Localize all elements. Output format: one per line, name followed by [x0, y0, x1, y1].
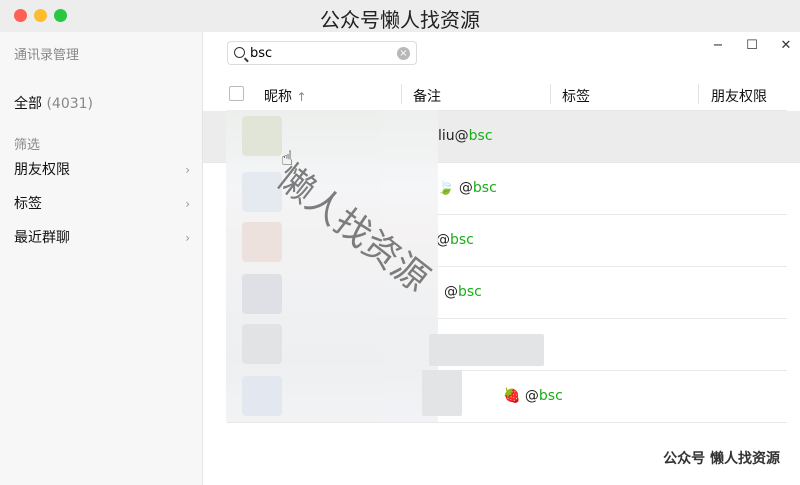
- hand-cursor-icon: ☝: [281, 146, 294, 170]
- column-divider[interactable]: [550, 84, 551, 104]
- title-bar: 公众号懒人找资源: [0, 0, 800, 32]
- remark-cell: 🍃 @bsc: [437, 180, 497, 196]
- remark-cell: liu@bsc: [438, 128, 493, 144]
- remark-cell: @bsc: [444, 284, 482, 300]
- close-icon[interactable]: ✕: [777, 38, 795, 53]
- remark-cell: 🍓 @bsc: [503, 388, 563, 404]
- sidebar-item-all[interactable]: 全部 (4031): [14, 93, 93, 113]
- chevron-right-icon: ›: [185, 197, 190, 211]
- sidebar-item-tags[interactable]: 标签 ›: [14, 192, 190, 216]
- sidebar-title: 通讯录管理: [14, 48, 80, 63]
- avatar: [242, 376, 282, 416]
- sidebar-item-label: 最近群聊: [14, 230, 70, 246]
- sidebar-item-label: 标签: [14, 196, 42, 212]
- table-header: 昵称 ↑ 备注 标签 朋友权限: [227, 82, 787, 108]
- column-remark[interactable]: 备注: [413, 86, 441, 106]
- sidebar-all-count: (4031): [46, 96, 94, 112]
- column-divider[interactable]: [698, 84, 699, 104]
- chevron-right-icon: ›: [185, 163, 190, 177]
- sidebar-item-recent-groups[interactable]: 最近群聊 ›: [14, 226, 190, 250]
- search-icon: [234, 47, 245, 58]
- filter-heading: 筛选: [14, 138, 41, 153]
- sidebar: 通讯录管理 全部 (4031) 筛选 朋友权限 › 标签 › 最近群聊 ›: [0, 32, 203, 485]
- remark-cell: @bsc: [436, 232, 474, 248]
- sidebar-all-label: 全部: [14, 96, 42, 112]
- column-permissions[interactable]: 朋友权限: [711, 86, 767, 106]
- avatar: [242, 274, 282, 314]
- column-nickname[interactable]: 昵称 ↑: [264, 86, 307, 106]
- chevron-right-icon: ›: [185, 231, 190, 245]
- select-all-checkbox[interactable]: [229, 86, 244, 101]
- clear-search-icon[interactable]: ×: [397, 47, 410, 60]
- avatar: [242, 116, 282, 156]
- redacted-block: [422, 370, 462, 416]
- redacted-block: [429, 334, 544, 366]
- sidebar-item-friend-permissions[interactable]: 朋友权限 ›: [14, 158, 190, 182]
- sidebar-item-label: 朋友权限: [14, 162, 70, 178]
- watermark-title: 公众号懒人找资源: [320, 8, 480, 32]
- column-divider[interactable]: [401, 84, 402, 104]
- maximize-icon[interactable]: ☐: [743, 38, 761, 53]
- column-tags[interactable]: 标签: [562, 86, 590, 106]
- minimize-icon[interactable]: −: [709, 38, 727, 53]
- search-input[interactable]: [250, 43, 390, 63]
- avatar: [242, 222, 282, 262]
- watermark-bottom: 公众号 懒人找资源: [663, 451, 780, 467]
- search-box[interactable]: ×: [227, 41, 417, 65]
- sort-ascending-icon: ↑: [296, 90, 307, 104]
- avatar: [242, 324, 282, 364]
